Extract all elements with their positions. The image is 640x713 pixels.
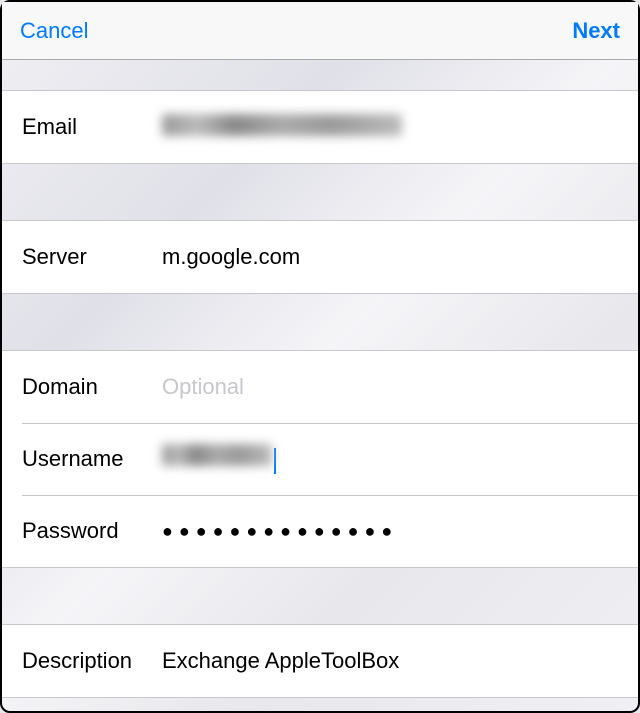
redacted-email-value	[162, 114, 402, 136]
navigation-bar: Cancel Next	[2, 2, 638, 60]
redacted-username-value	[162, 444, 272, 466]
email-row[interactable]: Email	[2, 91, 638, 163]
section-gap	[2, 60, 638, 90]
server-group: Server	[2, 220, 638, 294]
description-group: Description	[2, 624, 638, 698]
domain-label: Domain	[22, 374, 162, 400]
cancel-button[interactable]: Cancel	[20, 18, 88, 44]
server-label: Server	[22, 244, 162, 270]
description-row[interactable]: Description	[2, 625, 638, 697]
username-field[interactable]	[162, 444, 276, 475]
section-gap	[2, 164, 638, 220]
email-group: Email	[2, 90, 638, 164]
description-label: Description	[22, 648, 162, 674]
next-button[interactable]: Next	[572, 18, 620, 44]
password-label: Password	[22, 518, 162, 544]
account-setup-screen: Cancel Next Email Server Domain Username	[0, 0, 640, 713]
section-gap	[2, 568, 638, 624]
email-field[interactable]	[162, 114, 402, 141]
server-field[interactable]	[162, 244, 618, 270]
password-field[interactable]: ●●●●●●●●●●●●●●	[162, 521, 398, 542]
username-label: Username	[22, 446, 162, 472]
domain-row[interactable]: Domain	[2, 351, 638, 423]
domain-field[interactable]	[162, 374, 618, 400]
email-label: Email	[22, 114, 162, 140]
server-row[interactable]: Server	[2, 221, 638, 293]
username-row[interactable]: Username	[2, 423, 638, 495]
password-row[interactable]: Password ●●●●●●●●●●●●●●	[2, 495, 638, 567]
text-cursor	[274, 448, 276, 474]
section-gap	[2, 294, 638, 350]
credentials-group: Domain Username Password ●●●●●●●●●●●●●●	[2, 350, 638, 568]
description-field[interactable]	[162, 648, 618, 674]
